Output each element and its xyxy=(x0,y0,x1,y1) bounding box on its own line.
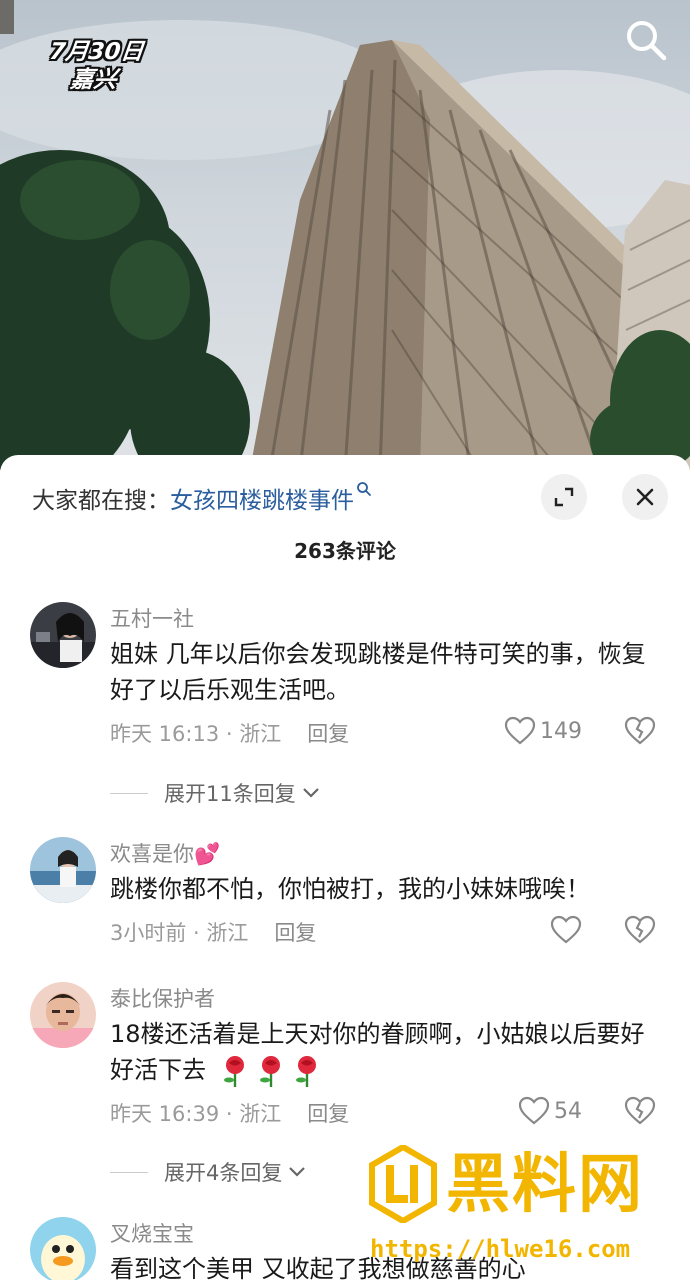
comment-author[interactable]: 泰比保护者 xyxy=(110,983,215,1013)
expand-icon xyxy=(554,487,574,507)
comment-author[interactable]: 五村一社 xyxy=(110,603,194,633)
watermark-url: https://hlwe16.com xyxy=(370,1235,631,1263)
expand-button[interactable] xyxy=(541,474,587,520)
video-place: 嘉兴 xyxy=(69,67,118,93)
dislike-button[interactable] xyxy=(624,1096,656,1130)
broken-heart-icon xyxy=(624,716,656,745)
small-search-icon xyxy=(357,482,371,496)
hot-search-prefix: 大家都在搜： xyxy=(32,488,170,514)
video-player[interactable]: 7月30日 嘉兴 xyxy=(0,0,690,470)
watermark-logo-icon xyxy=(369,1145,437,1223)
avatar-image xyxy=(30,1217,96,1280)
hot-search-keyword[interactable]: 女孩四楼跳楼事件 xyxy=(170,488,354,514)
like-button[interactable] xyxy=(550,915,586,945)
reply-button[interactable]: 回复 xyxy=(307,1102,349,1126)
avatar-image xyxy=(30,837,96,903)
like-button[interactable]: 54 xyxy=(518,1096,582,1126)
hot-search-bar: 大家都在搜：女孩四楼跳楼事件 xyxy=(32,481,372,515)
close-icon xyxy=(636,488,654,506)
broken-heart-icon xyxy=(624,915,656,944)
like-count: 54 xyxy=(554,1098,582,1124)
comment-text: 18楼还活着是上天对你的眷顾啊，小姑娘以后要好好活下去 xyxy=(110,1016,650,1088)
dislike-button[interactable] xyxy=(624,716,656,750)
rose-icon xyxy=(295,1056,316,1087)
expand-replies[interactable]: 展开11条回复 xyxy=(110,778,322,808)
like-button[interactable]: 149 xyxy=(504,716,582,746)
avatar-image xyxy=(30,982,96,1048)
comment-time-location: 3小时前 · 浙江 xyxy=(110,921,249,945)
watermark-brand: 黑料网 xyxy=(446,1148,644,1222)
heart-icon xyxy=(504,716,536,745)
avatar[interactable] xyxy=(30,982,96,1048)
comment-text: 姐妹 几年以后你会发现跳楼是件特可笑的事，恢复好了以后乐观生活吧。 xyxy=(110,640,646,704)
chevron-down-icon xyxy=(302,788,319,798)
like-count: 149 xyxy=(540,718,582,744)
divider-line xyxy=(110,792,148,794)
comment-count: 263条评论 xyxy=(294,539,396,563)
broken-heart-icon xyxy=(624,1096,656,1125)
reply-button[interactable]: 回复 xyxy=(274,921,316,945)
search-button[interactable] xyxy=(622,16,670,64)
avatar[interactable] xyxy=(30,1217,96,1280)
video-date: 7月30日 xyxy=(48,39,145,65)
search-icon xyxy=(627,21,667,61)
comment-author[interactable]: 叉烧宝宝 xyxy=(110,1218,194,1248)
avatar[interactable] xyxy=(30,602,96,668)
heart-icon xyxy=(550,915,582,944)
comment-time-location: 昨天 16:13 · 浙江 xyxy=(110,722,282,746)
rose-emojis xyxy=(206,1056,322,1087)
comment-author[interactable]: 欢喜是你💕 xyxy=(110,838,220,868)
comment-time-location: 昨天 16:39 · 浙江 xyxy=(110,1102,282,1126)
comment-meta: 昨天 16:39 · 浙江 回复 xyxy=(110,1098,349,1128)
comment-text: 跳楼你都不怕，你怕被打，我的小妹妹哦唉！ xyxy=(110,875,590,903)
heart-icon xyxy=(518,1096,550,1125)
comment-meta: 3小时前 · 浙江 回复 xyxy=(110,917,316,947)
expand-replies-label: 展开4条回复 xyxy=(164,1161,283,1185)
comment-meta: 昨天 16:13 · 浙江 回复 xyxy=(110,718,349,748)
dislike-button[interactable] xyxy=(624,915,656,949)
close-button[interactable] xyxy=(622,474,668,520)
expand-replies[interactable]: 展开4条回复 xyxy=(110,1157,308,1187)
reply-button[interactable]: 回复 xyxy=(307,722,349,746)
divider-line xyxy=(110,1171,148,1173)
avatar-image xyxy=(30,602,96,668)
rose-icon xyxy=(223,1056,244,1087)
expand-replies-label: 展开11条回复 xyxy=(164,782,296,806)
rose-icon xyxy=(259,1056,280,1087)
watermark: 黑料网 https://hlwe16.com xyxy=(368,1133,690,1280)
video-date-stamp: 7月30日 嘉兴 xyxy=(45,38,145,94)
comment-text-body: 18楼还活着是上天对你的眷顾啊，小姑娘以后要好好活下去 xyxy=(110,1020,645,1084)
chevron-down-icon xyxy=(289,1167,306,1177)
avatar[interactable] xyxy=(30,837,96,903)
